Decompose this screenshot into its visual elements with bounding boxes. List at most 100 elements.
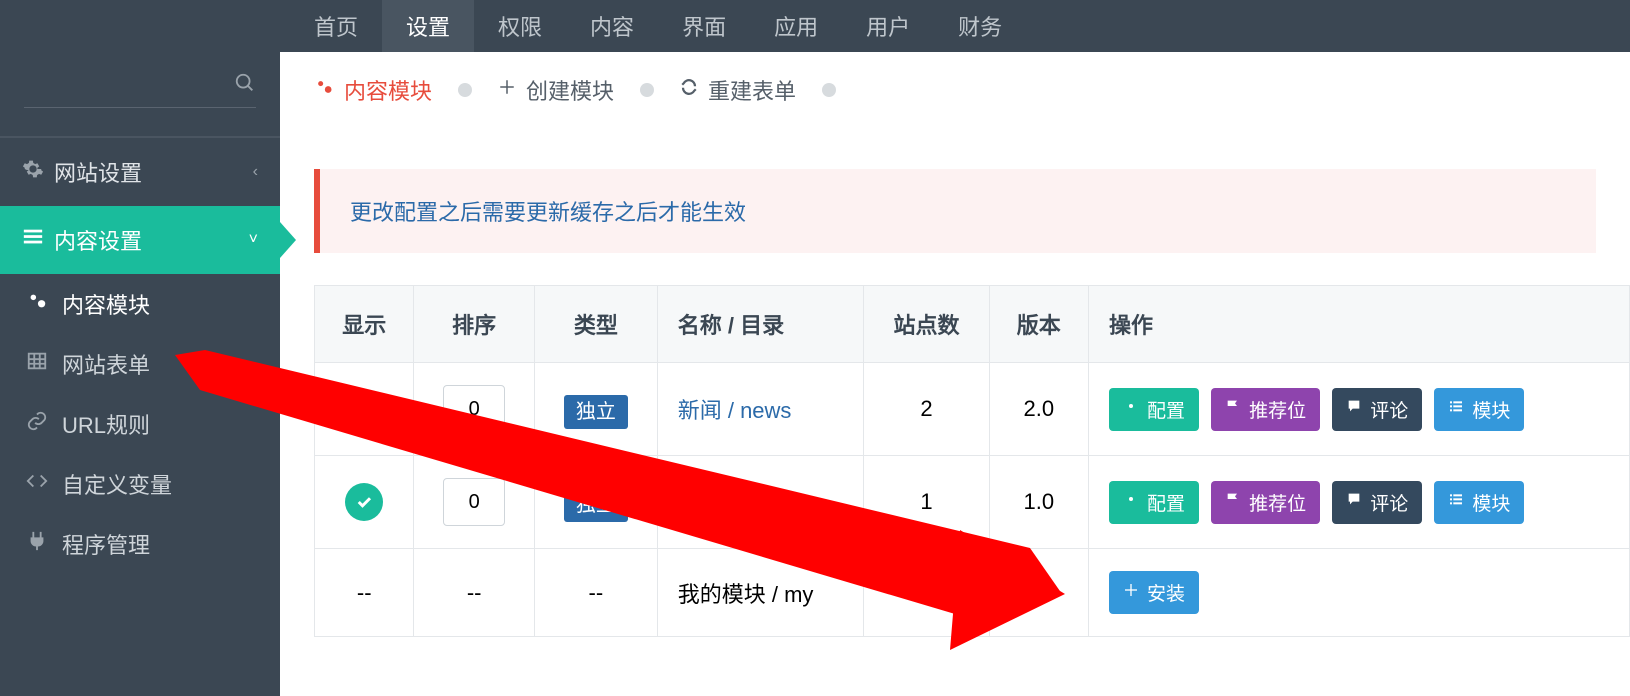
th-sort: 排序 [414,286,534,363]
sidebar-subitem-url-rules[interactable]: URL规则 [0,394,280,454]
sites-count: 1 [864,456,989,549]
sort-input[interactable] [443,385,505,433]
install-button[interactable]: 安装 [1109,571,1199,614]
plug-icon [26,530,62,558]
config-button[interactable]: 配置 [1109,388,1199,431]
sidebar-subitem-label: 内容模块 [62,288,150,320]
version-text: 2.0 [989,363,1088,456]
plus-icon [498,78,516,102]
module-button[interactable]: 模块 [1434,388,1524,431]
sidebar-search[interactable] [0,52,280,137]
version-text: 1.0 [989,549,1088,637]
sort-input[interactable] [443,478,505,526]
show-toggle[interactable] [345,483,383,521]
module-button[interactable]: 模块 [1434,481,1524,524]
nav-tab-permissions[interactable]: 权限 [474,0,566,52]
chevron-left-icon: ‹ [253,163,258,181]
gear-icon [1123,398,1139,420]
page-actions: 内容模块 创建模块 重建表单 [280,52,1630,129]
list-icon [1448,491,1464,513]
flag-icon [1225,398,1241,420]
gear-icon [1123,491,1139,513]
refresh-icon [680,78,698,102]
sidebar-subitem-custom-vars[interactable]: 自定义变量 [0,454,280,514]
nav-tab-settings[interactable]: 设置 [382,0,474,52]
sidebar-item-content-settings[interactable]: 内容设置 ˅ [0,206,280,274]
module-name: 我的模块 / my [657,549,864,637]
sidebar: 网站设置 ‹ 内容设置 ˅ 内容模块 网站表单 URL规则 自定义变量 [0,52,280,696]
sidebar-item-label: 网站设置 [54,156,142,188]
comment-button[interactable]: 评论 [1332,388,1422,431]
table-row: 独立 新闻 / news 2 2.0 配置 推荐位 评论 模块 [315,363,1630,456]
type-badge: 独立 [564,488,628,522]
alert-text: 更改配置之后需要更新缓存之后才能生效 [350,200,746,225]
main: 内容模块 创建模块 重建表单 更改配置之后需要更新缓存之后才能生效 显示 排序 … [280,52,1630,637]
sidebar-subitem-label: URL规则 [62,408,150,440]
list-icon [1448,398,1464,420]
table-row: 独立 shop 1 1.0 配置 推荐位 评论 模块 [315,456,1630,549]
sidebar-item-label: 内容设置 [54,224,142,256]
sidebar-subitem-program-manage[interactable]: 程序管理 [0,514,280,574]
action-label: 重建表单 [708,74,796,106]
nav-tab-home[interactable]: 首页 [290,0,382,52]
sort-cell: -- [414,549,534,637]
nav-tab-apps[interactable]: 应用 [750,0,842,52]
cogs-icon [314,77,334,103]
th-show: 显示 [315,286,414,363]
version-text: 1.0 [989,456,1088,549]
nav-tab-users[interactable]: 用户 [842,0,934,52]
separator-dot [640,83,654,97]
plus-icon [1123,582,1139,604]
sidebar-item-site-settings[interactable]: 网站设置 ‹ [0,137,280,206]
th-type: 类型 [534,286,657,363]
nav-tab-content[interactable]: 内容 [566,0,658,52]
alert-banner: 更改配置之后需要更新缓存之后才能生效 [314,169,1596,253]
th-actions: 操作 [1089,286,1630,363]
comment-icon [1346,398,1362,420]
code-icon [26,470,62,498]
recommend-button[interactable]: 推荐位 [1211,481,1320,524]
type-cell: -- [534,549,657,637]
sidebar-subitem-site-forms[interactable]: 网站表单 [0,334,280,394]
action-content-module[interactable]: 内容模块 [314,74,432,106]
comment-icon [1346,491,1362,513]
nav-tab-ui[interactable]: 界面 [658,0,750,52]
action-rebuild-form[interactable]: 重建表单 [680,74,796,106]
gear-icon [22,158,54,186]
top-nav: 首页 设置 权限 内容 界面 应用 用户 财务 [0,0,1630,52]
separator-dot [458,83,472,97]
flag-icon [1225,491,1241,513]
link-icon [26,410,62,438]
th-sites: 站点数 [864,286,989,363]
module-name-link[interactable]: shop [678,489,726,514]
cogs-icon [26,290,62,318]
action-label: 创建模块 [526,74,614,106]
search-icon [234,72,256,94]
bars-icon [22,226,54,254]
sites-count: 2 [864,363,989,456]
module-table: 显示 排序 类型 名称 / 目录 站点数 版本 操作 [314,285,1630,637]
sidebar-subitem-content-module[interactable]: 内容模块 [0,274,280,334]
th-version: 版本 [989,286,1088,363]
recommend-button[interactable]: 推荐位 [1211,388,1320,431]
show-cell: -- [315,549,414,637]
check-icon [355,400,373,418]
table-row: -- -- -- 我的模块 / my 0 1.0 安装 [315,549,1630,637]
separator-dot [822,83,836,97]
sidebar-subitem-label: 网站表单 [62,348,150,380]
chevron-down-icon: ˅ [249,231,258,249]
sidebar-subitem-label: 程序管理 [62,528,150,560]
check-icon [355,493,373,511]
th-name: 名称 / 目录 [657,286,864,363]
action-create-module[interactable]: 创建模块 [498,74,614,106]
type-badge: 独立 [564,395,628,429]
table-icon [26,350,62,378]
sidebar-subitem-label: 自定义变量 [62,468,172,500]
comment-button[interactable]: 评论 [1332,481,1422,524]
show-toggle[interactable] [345,390,383,428]
action-label: 内容模块 [344,74,432,106]
sites-count: 0 [864,549,989,637]
nav-tab-finance[interactable]: 财务 [934,0,1026,52]
module-name-link[interactable]: 新闻 / news [678,398,792,423]
config-button[interactable]: 配置 [1109,481,1199,524]
